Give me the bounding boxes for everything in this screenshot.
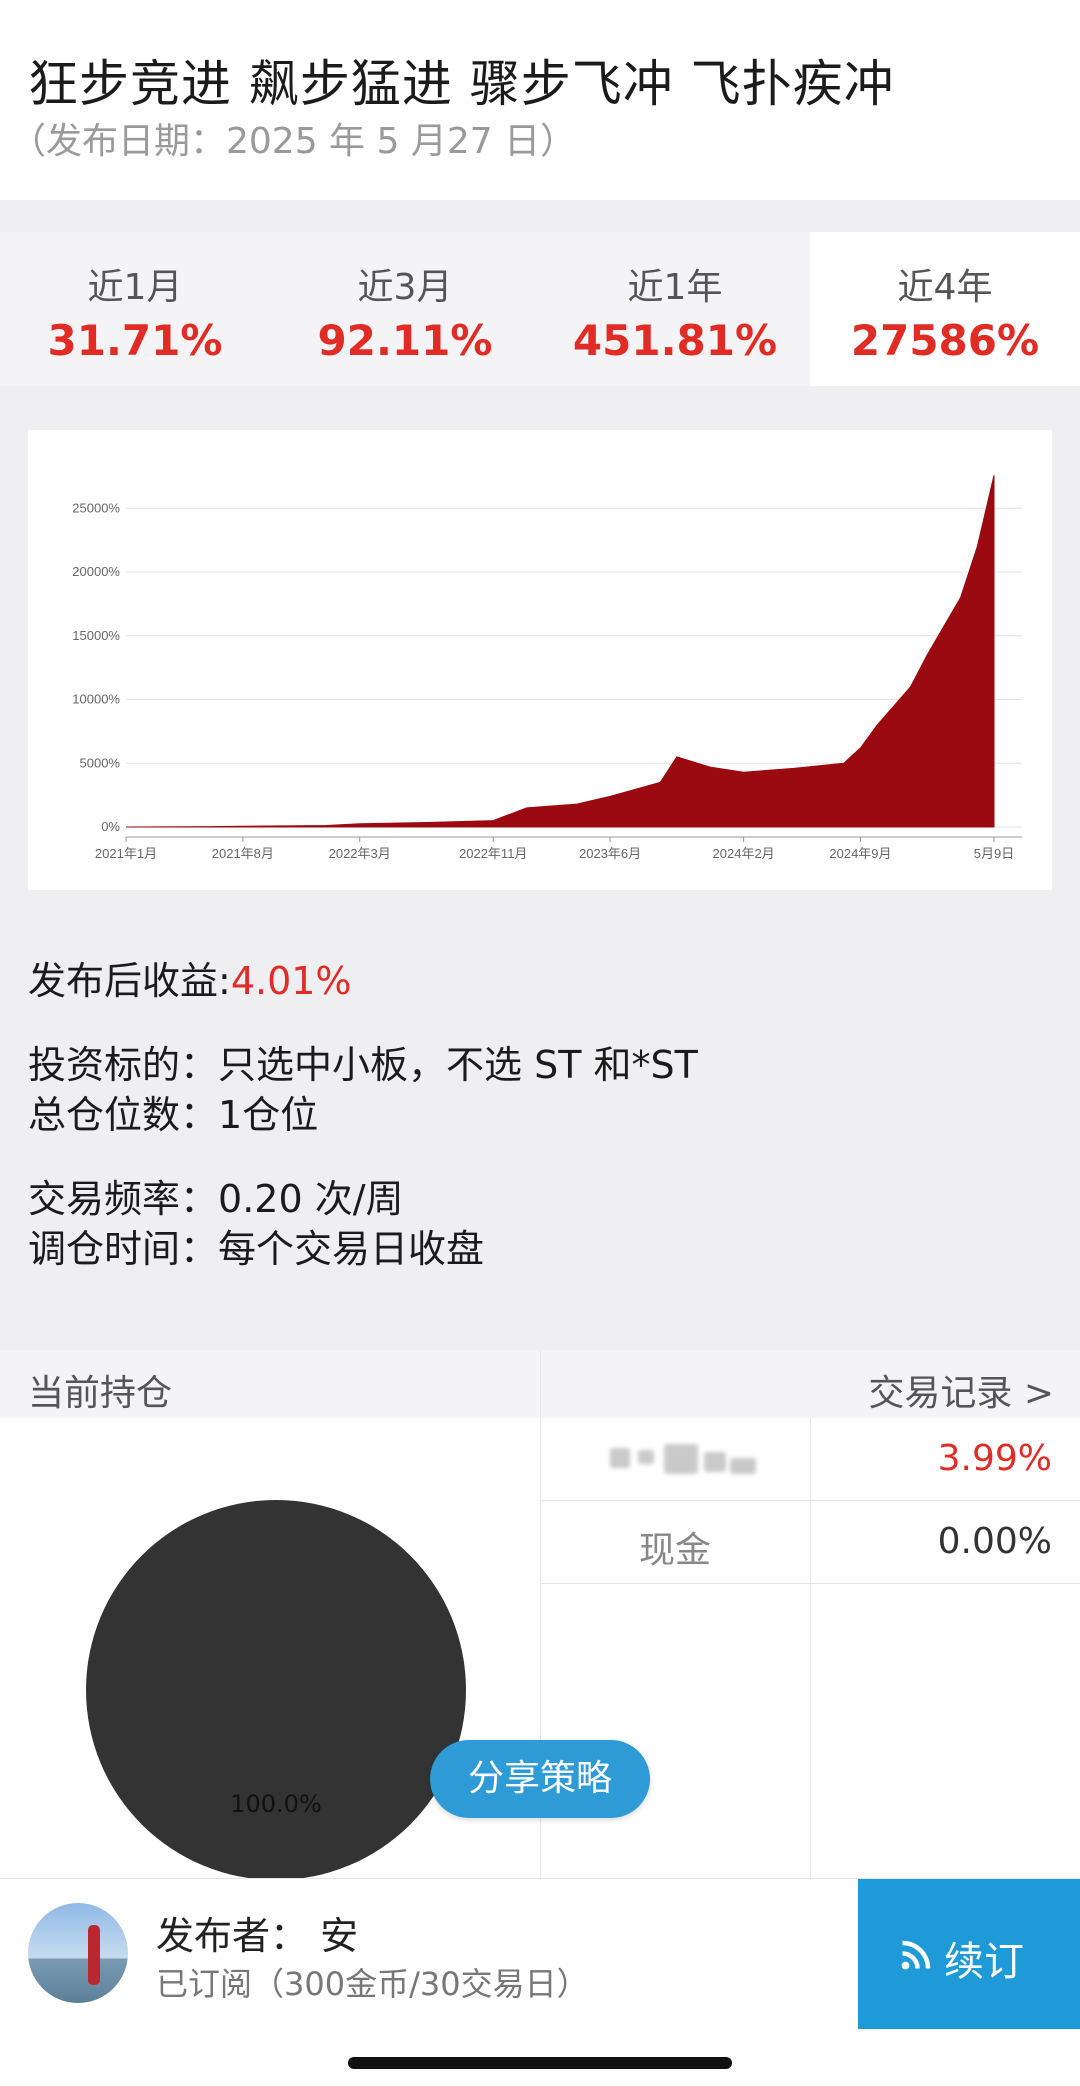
tab-value: 451.81%: [572, 316, 778, 365]
holdings-title: 当前持仓: [28, 1373, 173, 1414]
rebalance-label: 调仓时间：: [28, 1227, 219, 1271]
x-tick-label: 2022年3月: [329, 846, 391, 861]
tab-value: 31.71%: [47, 316, 223, 365]
pie-label: 100.0%: [230, 1790, 322, 1818]
tab-label: 近3月: [357, 267, 453, 308]
tab-4-years[interactable]: 近4年 27586%: [810, 232, 1080, 386]
tab-label: 近4年: [897, 267, 993, 308]
post-publish-return: 发布后收益:4.01%: [28, 950, 352, 1005]
rebalance-time: 调仓时间：每个交易日收盘: [28, 1218, 484, 1273]
holding-name: 现金: [638, 1530, 711, 1571]
frequency-label: 交易频率：: [28, 1177, 219, 1221]
publish-date: （发布日期：2025 年 5 月27 日）: [10, 121, 577, 162]
target-label: 投资标的：: [28, 1043, 219, 1087]
y-tick-label: 10000%: [72, 692, 120, 707]
return-value: 4.01%: [230, 959, 352, 1003]
x-tick-label: 5月9日: [974, 846, 1014, 861]
return-label: 发布后收益:: [28, 959, 231, 1003]
x-tick-label: 2023年6月: [579, 846, 641, 861]
x-tick-label: 2024年2月: [713, 846, 775, 861]
rebalance-value: 每个交易日收盘: [218, 1227, 485, 1271]
x-tick-label: 2024年9月: [829, 846, 891, 861]
return-chart: 0% 5000% 10000% 15000% 20000% 25000% 2021年1月 20…: [28, 430, 1052, 890]
avatar[interactable]: [28, 1903, 128, 2003]
y-tick-label: 5000%: [80, 755, 121, 770]
tab-label: 近1月: [87, 267, 183, 308]
frequency-value: 0.20 次/周: [218, 1177, 404, 1221]
strategy-title: 狂步竞进 飙步猛进 骤步飞冲 飞扑疾冲: [28, 55, 895, 113]
rss-icon: [901, 1940, 931, 1970]
y-tick-label: 15000%: [72, 628, 120, 643]
tab-1-month[interactable]: 近1月 31.71%: [0, 232, 270, 386]
performance-tabs: 近1月 31.71% 近3月 92.11% 近1年 451.81% 近4年 27…: [0, 232, 1080, 386]
y-tick-label: 25000%: [72, 500, 120, 515]
header: 狂步竞进 飙步猛进 骤步飞冲 飞扑疾冲 （发布日期：2025 年 5 月27 日…: [0, 0, 1080, 200]
tab-label: 近1年: [627, 267, 723, 308]
return-chart-svg: 0% 5000% 10000% 15000% 20000% 25000% 2021年1月 20…: [72, 475, 1022, 861]
tab-3-months[interactable]: 近3月 92.11%: [270, 232, 540, 386]
position-count: 总仓位数：1仓位: [28, 1084, 318, 1139]
holding-weight: 0.00%: [937, 1521, 1052, 1562]
positions-value: 1仓位: [218, 1093, 319, 1137]
trade-record-link[interactable]: 交易记录 >: [868, 1364, 1054, 1416]
footer: 发布者： 安 已订阅（300金币/30交易日） 续订: [0, 1878, 1080, 2086]
y-tick-label: 0%: [101, 819, 120, 834]
investment-target: 投资标的：只选中小板，不选 ST 和*ST: [28, 1034, 698, 1089]
renew-button[interactable]: 续订: [858, 1879, 1080, 2029]
x-tick-label: 2021年1月: [95, 846, 157, 861]
renew-label: 续订: [944, 1939, 1024, 1985]
positions-label: 总仓位数：: [28, 1093, 219, 1137]
x-tick-label: 2022年11月: [459, 846, 527, 861]
tab-value: 27586%: [850, 316, 1040, 365]
publisher-name: 发布者： 安: [156, 1914, 359, 1958]
target-value: 只选中小板，不选 ST 和*ST: [218, 1043, 698, 1087]
trade-frequency: 交易频率：0.20 次/周: [28, 1168, 404, 1223]
subscription-status: 已订阅（300金币/30交易日）: [156, 1965, 589, 2003]
share-strategy-button[interactable]: 分享策略: [430, 1740, 650, 1818]
tab-1-year[interactable]: 近1年 451.81%: [540, 232, 810, 386]
x-tick-label: 2021年8月: [212, 846, 274, 861]
holding-weight: 3.99%: [937, 1438, 1052, 1479]
home-indicator[interactable]: [348, 2057, 732, 2069]
blurred-stock-name: [610, 1444, 760, 1478]
holding-row[interactable]: 3.99%: [540, 1418, 1080, 1501]
holdings-pie-chart: 100.0%: [86, 1500, 466, 1880]
holding-row-cash[interactable]: 现金 0.00%: [540, 1501, 1080, 1584]
y-tick-label: 20000%: [72, 564, 120, 579]
tab-value: 92.11%: [317, 316, 493, 365]
return-area-series: [125, 475, 995, 828]
